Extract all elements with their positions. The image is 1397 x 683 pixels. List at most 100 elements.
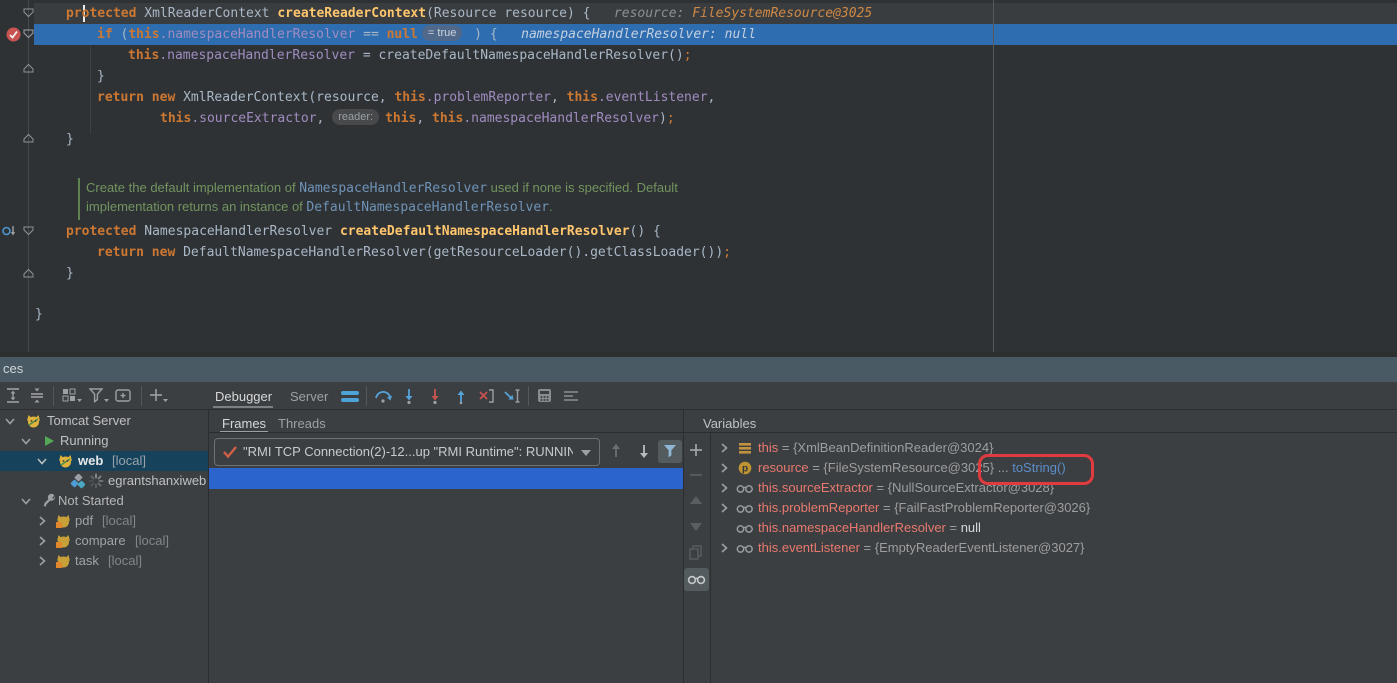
chevron-down-icon[interactable] — [20, 495, 32, 507]
step-over-icon[interactable] — [374, 388, 392, 404]
fold-marker-end-icon[interactable] — [23, 133, 34, 143]
variables-header: Variables — [703, 416, 756, 431]
collapse-all-icon[interactable] — [28, 387, 46, 404]
debug-toolbar — [0, 382, 1397, 410]
run-status-icon — [42, 434, 56, 448]
chevron-right-icon[interactable] — [36, 555, 48, 567]
filter-icon[interactable] — [88, 387, 110, 405]
watch-glasses-icon — [736, 543, 754, 554]
artifact-label: egrantshanxiweb — [108, 473, 208, 488]
code-line[interactable]: } — [66, 263, 74, 284]
header-divider — [208, 432, 1397, 433]
chevron-down-icon[interactable] — [36, 455, 48, 467]
variable-row-problem-reporter[interactable]: this.problemReporter = {FailFastProblemR… — [710, 498, 1397, 518]
tomcat-icon — [58, 454, 73, 468]
code-line[interactable]: return new XmlReaderContext(resource, th… — [97, 87, 715, 108]
thread-selector-dropdown[interactable]: "RMI TCP Connection(2)-12...up "RMI Runt… — [214, 438, 600, 466]
code-line[interactable]: } — [66, 129, 74, 150]
tab-frames[interactable]: Frames — [222, 416, 266, 431]
previous-frame-icon[interactable] — [608, 442, 624, 460]
stack-frame-row[interactable]: contextInitialized:127, IrisContextLoade… — [208, 489, 683, 510]
panel-divider — [683, 410, 684, 683]
tree-item-tomcat-server[interactable]: Tomcat Server — [0, 411, 208, 431]
tree-item-artifact[interactable]: egrantshanxiweb — [0, 471, 208, 491]
show-watches-button[interactable] — [684, 568, 709, 591]
watch-glasses-icon — [736, 523, 754, 534]
code-line-execution[interactable]: if (this.namespaceHandlerResolver == nul… — [97, 24, 756, 45]
chevron-down-icon — [580, 448, 592, 457]
tree-item-pdf[interactable]: pdf [local] — [0, 511, 208, 531]
fold-marker-end-icon[interactable] — [23, 63, 34, 73]
tree-item-not-started[interactable]: Not Started — [0, 491, 208, 511]
copy-icon[interactable] — [688, 544, 704, 560]
remove-watch-icon[interactable] — [688, 467, 704, 483]
fold-marker-expanded-icon[interactable] — [23, 8, 34, 18]
chevron-right-icon[interactable] — [718, 442, 730, 454]
expand-all-icon[interactable] — [4, 387, 22, 404]
code-line[interactable]: } — [35, 304, 43, 325]
code-line[interactable]: this.sourceExtractor, reader:this, this.… — [160, 108, 675, 129]
chevron-down-icon[interactable] — [4, 415, 16, 427]
restore-layout-icon[interactable] — [562, 388, 580, 404]
fold-marker-expanded-icon[interactable] — [23, 226, 34, 236]
chevron-right-icon[interactable] — [718, 542, 730, 554]
variable-row-namespace-handler-resolver[interactable]: this.namespaceHandlerResolver = null — [710, 518, 1397, 538]
tomcat-stopped-icon — [56, 534, 71, 548]
step-out-icon[interactable] — [452, 388, 470, 404]
code-line[interactable]: protected NamespaceHandlerResolver creat… — [66, 221, 661, 242]
move-watch-up-icon[interactable] — [688, 493, 704, 507]
tomcat-stopped-icon — [56, 554, 71, 568]
chevron-right-icon[interactable] — [718, 462, 730, 474]
code-line[interactable]: protected XmlReaderContext createReaderC… — [66, 3, 872, 24]
indent-guide — [90, 46, 91, 134]
filter-icon — [658, 440, 682, 463]
artifact-icon — [70, 474, 85, 489]
chevron-right-icon[interactable] — [36, 535, 48, 547]
tree-item-compare[interactable]: compare [local] — [0, 531, 208, 551]
wrench-icon — [42, 493, 56, 508]
code-line[interactable]: } — [97, 66, 105, 87]
toolbar-separator — [528, 386, 529, 406]
hide-frames-filter-button[interactable] — [658, 440, 682, 463]
overridden-method-gutter-icon[interactable] — [1, 224, 17, 238]
server-tree-panel: Tomcat Server Running web [local] egrant… — [0, 410, 208, 683]
tomcat-stopped-icon — [56, 514, 71, 528]
move-watch-down-icon[interactable] — [688, 520, 704, 534]
thread-selector-value: "RMI TCP Connection(2)-12...up "RMI Runt… — [243, 439, 573, 463]
step-into-icon[interactable] — [400, 388, 418, 404]
debugger-menu-icon[interactable] — [340, 389, 360, 405]
add-service-icon[interactable] — [114, 387, 134, 405]
add-watch-icon[interactable] — [688, 442, 704, 458]
thread-status-check-icon — [222, 445, 238, 459]
tree-item-web[interactable]: web [local] — [0, 451, 208, 471]
glasses-icon — [684, 568, 709, 591]
right-margin-guide — [993, 0, 994, 352]
code-line[interactable]: return new DefaultNamespaceHandlerResolv… — [97, 242, 731, 263]
tree-item-task[interactable]: task [local] — [0, 551, 208, 571]
chevron-right-icon[interactable] — [718, 482, 730, 494]
chevron-right-icon[interactable] — [36, 515, 48, 527]
fold-marker-expanded-icon[interactable] — [23, 29, 34, 39]
evaluate-expression-icon[interactable] — [536, 387, 554, 405]
run-to-cursor-icon[interactable] — [504, 388, 522, 404]
force-step-into-icon[interactable] — [426, 388, 444, 404]
drop-frame-icon[interactable] — [478, 388, 496, 404]
tab-server[interactable]: Server — [290, 389, 328, 404]
stack-frame-row-selected[interactable]: createReaderContext:511, XmlBeanDefiniti… — [208, 468, 683, 489]
fold-marker-end-icon[interactable] — [23, 268, 34, 278]
services-tool-window-header[interactable]: ces — [0, 357, 1397, 382]
group-by-icon[interactable] — [61, 387, 83, 405]
tab-debugger[interactable]: Debugger — [215, 389, 272, 404]
next-frame-icon[interactable] — [636, 442, 652, 460]
code-editor[interactable]: protected XmlReaderContext createReaderC… — [0, 0, 1397, 352]
code-line[interactable]: this.namespaceHandlerResolver = createDe… — [128, 45, 692, 66]
loading-spinner-icon — [88, 473, 104, 489]
chevron-down-icon[interactable] — [20, 435, 32, 447]
variable-row-event-listener[interactable]: this.eventListener = {EmptyReaderEventLi… — [710, 538, 1397, 558]
breakpoint-icon[interactable] — [6, 27, 21, 42]
add-icon[interactable] — [148, 387, 170, 405]
tree-item-running[interactable]: Running — [0, 431, 208, 451]
services-header-label: ces — [3, 361, 23, 376]
chevron-right-icon[interactable] — [718, 502, 730, 514]
tab-threads[interactable]: Threads — [278, 416, 326, 431]
